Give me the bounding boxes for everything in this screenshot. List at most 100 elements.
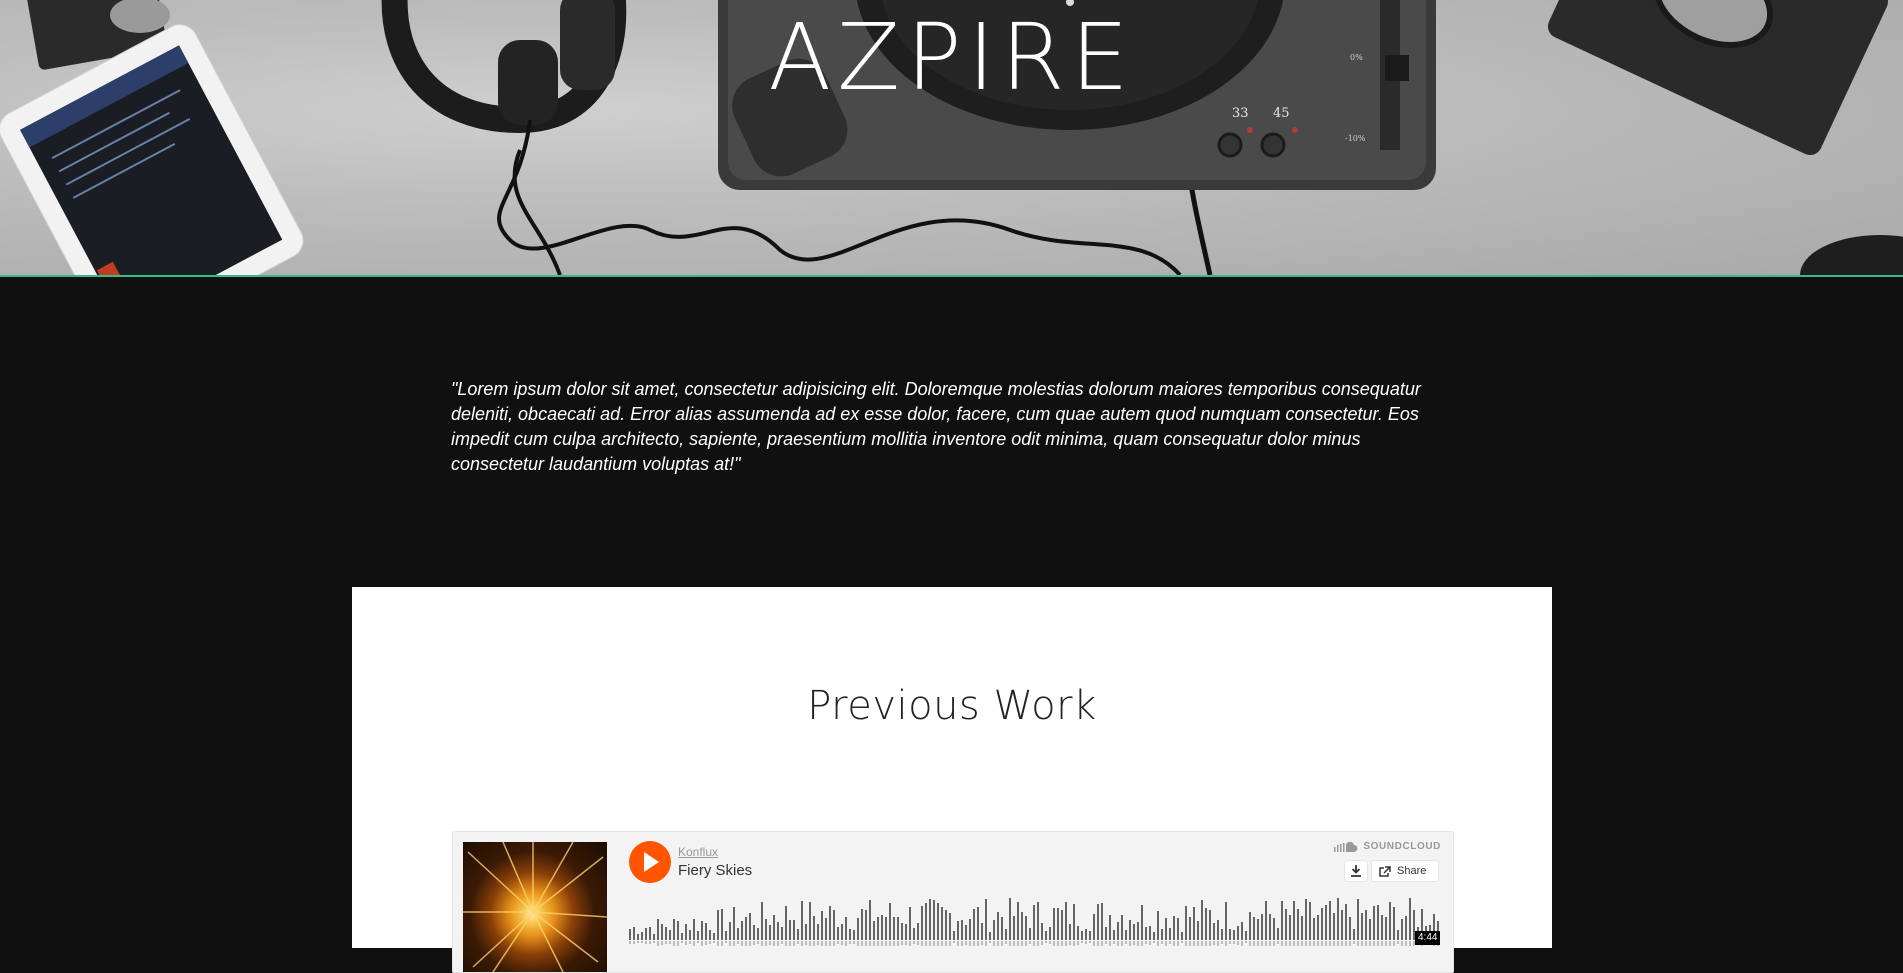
waveform-bar [1113,930,1115,940]
download-button[interactable] [1344,860,1368,882]
waveform-reflection [1301,941,1303,946]
waveform-bar [1009,898,1011,940]
waveform-bar [697,931,699,940]
waveform-bar [849,929,851,940]
waveform-reflection [937,941,939,946]
waveform-bar [1229,929,1231,940]
waveform-bar [1025,916,1027,940]
waveform-reflection [873,941,875,946]
waveform-bar [869,900,871,940]
waveform-reflection [1241,941,1243,946]
waveform-reflection [749,941,751,946]
waveform-reflection [1185,941,1187,946]
waveform-bar [945,910,947,940]
testimonial-quote: "Lorem ipsum dolor sit amet, consectetur… [451,379,1421,474]
waveform-bar [1337,898,1339,940]
waveform-bar [1189,917,1191,940]
waveform-reflection [1013,941,1015,946]
waveform-bar [1049,927,1051,940]
waveform-reflection [1005,941,1007,944]
waveform-bar [981,923,983,940]
waveform-bar [917,923,919,940]
waveform-reflection [1033,941,1035,946]
play-button[interactable] [629,841,671,883]
waveform-bar [817,924,819,940]
waveform-bar [1281,901,1283,940]
track-artwork[interactable] [463,842,607,972]
waveform-bar [1157,911,1159,940]
waveform-reflection [685,941,687,945]
soundcloud-brand[interactable]: SOUNDCLOUD [1334,841,1441,852]
waveform-bar [1037,902,1039,940]
waveform[interactable] [629,896,1441,946]
waveform-bar [1313,918,1315,940]
waveform-bar [1093,914,1095,940]
waveform-bar [921,906,923,940]
waveform-bar [893,917,895,940]
waveform-bar [1305,899,1307,940]
waveform-bar [1333,913,1335,940]
waveform-reflection [737,941,739,944]
waveform-bar [957,921,959,940]
waveform-bar [1085,929,1087,940]
waveform-reflection [1325,941,1327,946]
waveform-bar [1169,928,1171,940]
waveform-bar [1385,917,1387,940]
artist-link[interactable]: Konflux [678,845,718,859]
waveform-bar [925,903,927,940]
share-label: Share [1397,865,1427,877]
waveform-reflection [1081,941,1083,943]
waveform-bar [1225,902,1227,940]
waveform-reflection [1117,941,1119,946]
site-logo[interactable]: AZPIRE [0,8,1903,108]
waveform-bar [993,920,995,940]
waveform-bar [941,907,943,940]
waveform-reflection [1001,941,1003,946]
waveform-bar [1045,931,1047,940]
waveform-reflection [669,941,671,944]
waveform-reflection [1369,941,1371,946]
waveform-reflection [1253,941,1255,946]
waveform-reflection [633,941,635,944]
waveform-reflection [933,941,935,946]
waveform-reflection [1029,941,1031,944]
waveform-reflection [1409,941,1411,946]
track-title[interactable]: Fiery Skies [678,862,752,879]
waveform-reflection [925,941,927,946]
waveform-reflection [1233,941,1235,944]
waveform-bar [1301,916,1303,940]
waveform-bar [1357,899,1359,940]
waveform-reflection [1053,941,1055,946]
waveform-reflection [645,941,647,944]
waveform-bar [961,920,963,940]
waveform-reflection [1205,941,1207,946]
waveform-bar [877,917,879,940]
share-button[interactable]: Share [1371,860,1439,882]
waveform-bar [1277,928,1279,940]
waveform-reflection [845,941,847,946]
waveform-bar [805,924,807,940]
waveform-bar [937,903,939,940]
waveform-reflection [1345,941,1347,946]
waveform-bar [1353,929,1355,940]
waveform-reflection [785,941,787,946]
waveform-bar [841,924,843,940]
soundcloud-logo-icon [1334,841,1358,852]
waveform-bar [933,900,935,940]
waveform-reflection [649,941,651,944]
waveform-reflection [1145,941,1147,944]
waveform-reflection [1193,941,1195,946]
waveform-bar [989,932,991,940]
waveform-reflection [977,941,979,946]
waveform-bar [965,925,967,940]
waveform-bar [1161,929,1163,940]
waveform-bar [1217,920,1219,940]
waveform-reflection [1273,941,1275,946]
waveform-bar [1101,903,1103,940]
waveform-reflection [1337,941,1339,946]
waveform-bar [649,927,651,940]
waveform-bar [953,931,955,940]
waveform-reflection [789,941,791,946]
waveform-reflection [809,941,811,946]
waveform-bar [701,921,703,940]
